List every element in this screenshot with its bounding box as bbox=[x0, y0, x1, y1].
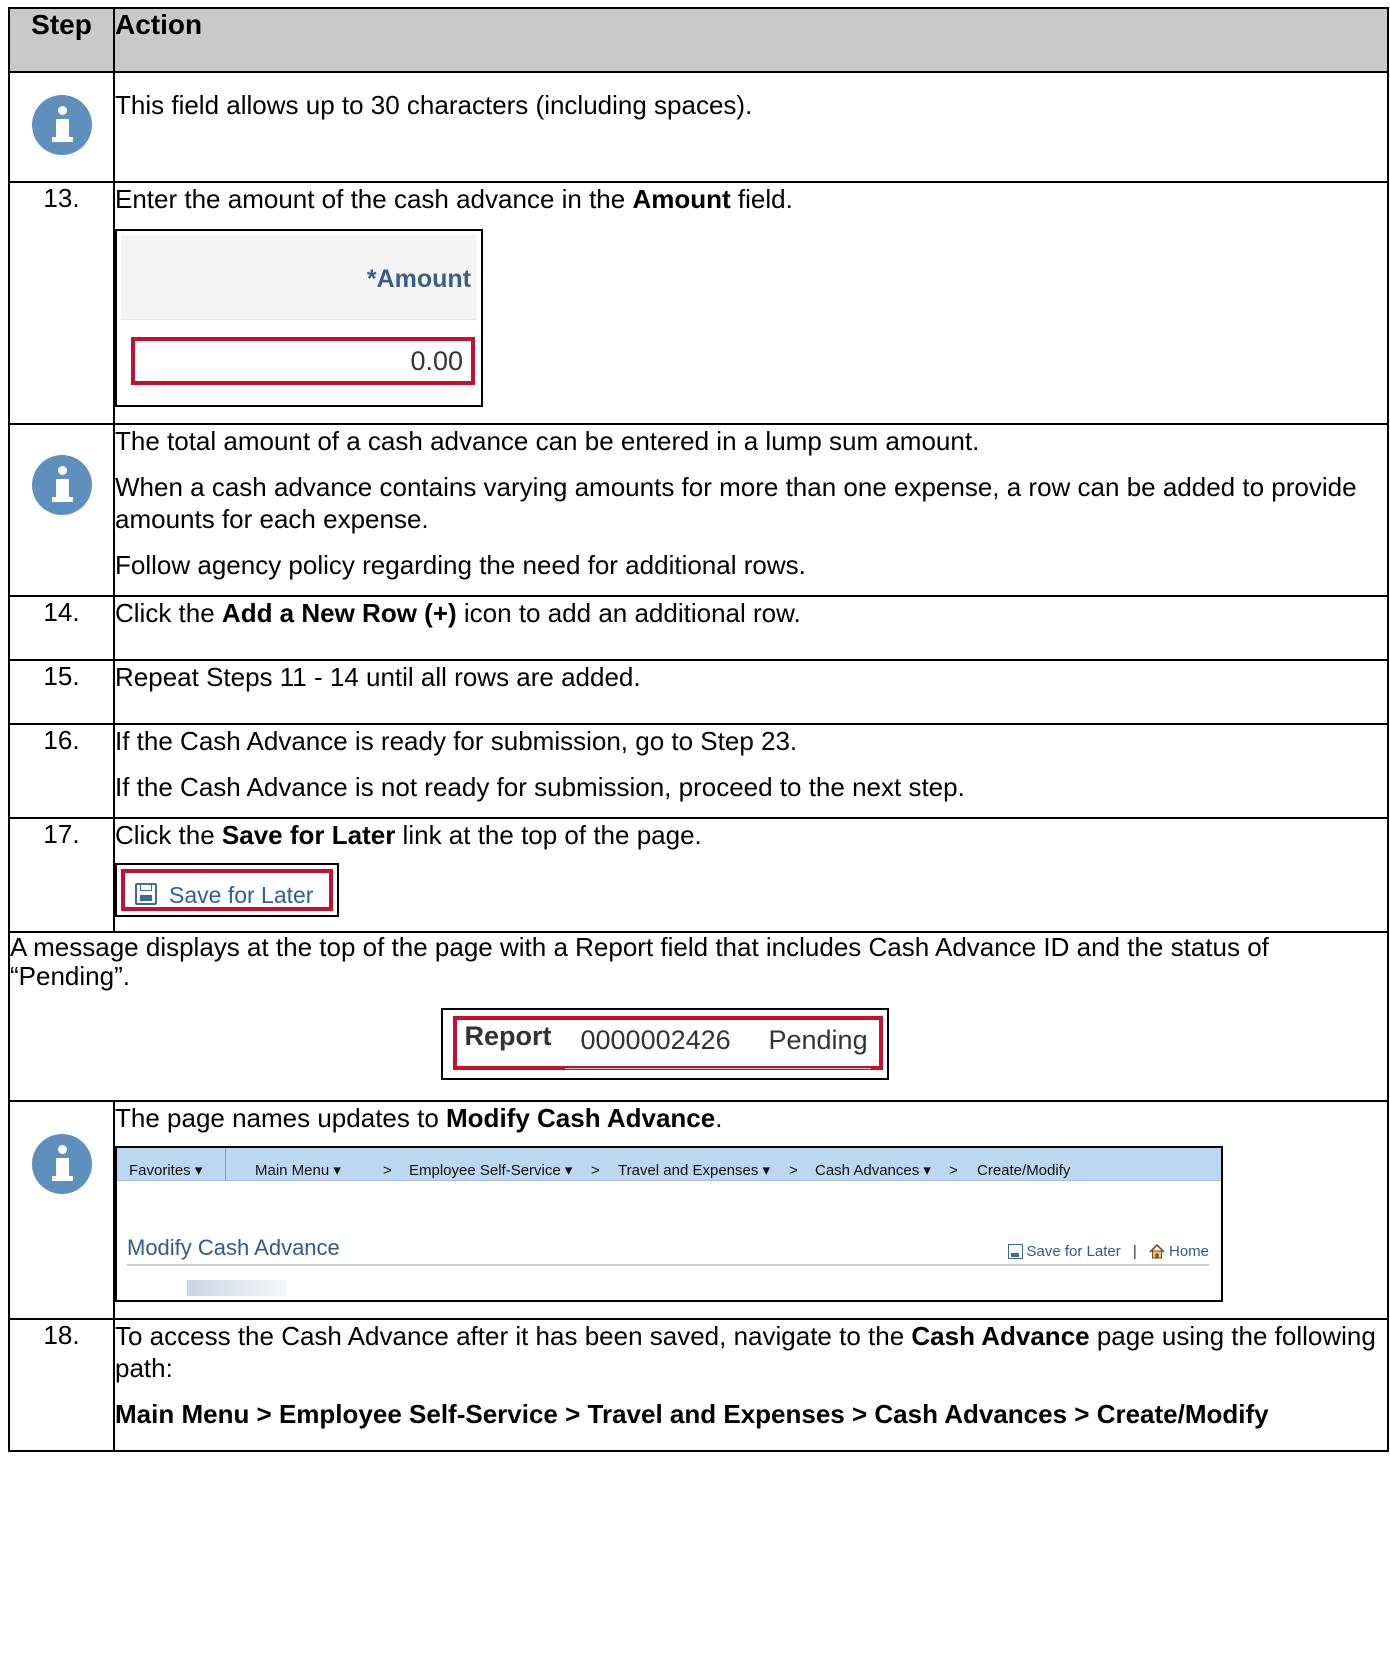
link-separator: | bbox=[1132, 1243, 1137, 1260]
table-row: 15. Repeat Steps 11 - 14 until all rows … bbox=[8, 659, 1389, 725]
step-number: 15. bbox=[8, 659, 115, 725]
nav-separator: > bbox=[591, 1162, 600, 1179]
step-number: 18. bbox=[8, 1318, 115, 1452]
save-disk-icon bbox=[1007, 1244, 1023, 1259]
table-row: The total amount of a cash advance can b… bbox=[8, 423, 1389, 597]
instruction-text: Click the Save for Later link at the top… bbox=[115, 820, 702, 850]
procedure-table: Step Action This field allows up to 30 c… bbox=[8, 7, 1389, 1452]
info-text: The total amount of a cash advance can b… bbox=[115, 426, 980, 456]
nav-employee-self-service[interactable]: Employee Self-Service ▾ bbox=[409, 1155, 572, 1187]
table-row: A message displays at the top of the pag… bbox=[8, 931, 1389, 1102]
info-text: This field allows up to 30 characters (i… bbox=[115, 90, 753, 120]
navigation-path: Main Menu > Employee Self-Service > Trav… bbox=[115, 1399, 1269, 1429]
info-icon bbox=[31, 455, 92, 515]
action-cell: Click the Add a New Row (+) icon to add … bbox=[113, 595, 1389, 661]
nav-create-modify[interactable]: Create/Modify bbox=[977, 1155, 1070, 1187]
info-cell bbox=[8, 71, 115, 183]
action-cell: The page names updates to Modify Cash Ad… bbox=[113, 1100, 1389, 1320]
table-row: This field allows up to 30 characters (i… bbox=[8, 71, 1389, 183]
save-for-later-link[interactable]: Save for Later bbox=[1027, 1243, 1121, 1260]
table-row: 13. Enter the amount of the cash advance… bbox=[8, 181, 1389, 425]
save-for-later-link[interactable]: Save for Later bbox=[121, 869, 333, 911]
nav-main-menu[interactable]: Main Menu ▾ bbox=[255, 1155, 341, 1187]
table-row: 18. To access the Cash Advance after it … bbox=[8, 1318, 1389, 1452]
report-status: Pending bbox=[768, 1025, 868, 1055]
amount-field-screenshot: *Amount 0.00 bbox=[115, 229, 483, 407]
nav-separator: > bbox=[949, 1162, 958, 1179]
table-header-row: Step Action bbox=[8, 7, 1389, 73]
message-text: A message displays at the top of the pag… bbox=[10, 932, 1269, 991]
info-text: Follow agency policy regarding the need … bbox=[115, 550, 806, 580]
info-cell bbox=[8, 1100, 115, 1320]
step-column-header: Step bbox=[8, 7, 115, 73]
nav-separator: > bbox=[383, 1162, 392, 1179]
nav-travel-and-expenses[interactable]: Travel and Expenses ▾ bbox=[618, 1155, 770, 1187]
table-row: The page names updates to Modify Cash Ad… bbox=[8, 1100, 1389, 1320]
amount-input[interactable]: 0.00 bbox=[131, 337, 475, 385]
home-icon bbox=[1149, 1244, 1165, 1259]
home-link[interactable]: Home bbox=[1169, 1243, 1209, 1260]
action-cell: Repeat Steps 11 - 14 until all rows are … bbox=[113, 659, 1389, 725]
info-icon bbox=[31, 1134, 92, 1194]
report-screenshot: Report 0000002426 Pending bbox=[440, 1008, 889, 1080]
blurred-content bbox=[187, 1280, 287, 1296]
nav-separator: > bbox=[789, 1162, 798, 1179]
action-cell: If the Cash Advance is ready for submiss… bbox=[113, 723, 1389, 819]
action-cell: To access the Cash Advance after it has … bbox=[113, 1318, 1389, 1452]
instruction-text: If the Cash Advance is ready for submiss… bbox=[115, 726, 798, 756]
message-cell: A message displays at the top of the pag… bbox=[8, 931, 1389, 1102]
instruction-text: To access the Cash Advance after it has … bbox=[115, 1321, 1376, 1383]
info-text: The page names updates to Modify Cash Ad… bbox=[115, 1103, 723, 1133]
breadcrumb: Favorites ▾ Main Menu ▾ > Employee Self-… bbox=[117, 1148, 1221, 1181]
nav-favorites[interactable]: Favorites ▾ bbox=[129, 1155, 202, 1187]
action-cell: This field allows up to 30 characters (i… bbox=[113, 71, 1389, 183]
action-cell: The total amount of a cash advance can b… bbox=[113, 423, 1389, 597]
page-title: Modify Cash Advance bbox=[127, 1235, 340, 1260]
report-id: 0000002426 bbox=[580, 1025, 731, 1055]
instruction-text: If the Cash Advance is not ready for sub… bbox=[115, 772, 965, 802]
step-number: 14. bbox=[8, 595, 115, 661]
save-for-later-screenshot: Save for Later bbox=[115, 863, 339, 917]
amount-value: 0.00 bbox=[410, 346, 463, 376]
nav-cash-advances[interactable]: Cash Advances ▾ bbox=[815, 1155, 931, 1187]
save-disk-icon bbox=[135, 883, 157, 905]
instruction-text: Click the Add a New Row (+) icon to add … bbox=[115, 598, 801, 628]
action-cell: Click the Save for Later link at the top… bbox=[113, 817, 1389, 933]
report-label: Report bbox=[464, 1021, 552, 1051]
step-number: 17. bbox=[8, 817, 115, 933]
save-for-later-label: Save for Later bbox=[169, 882, 314, 908]
instruction-text: Repeat Steps 11 - 14 until all rows are … bbox=[115, 662, 641, 692]
modify-cash-advance-screenshot: Favorites ▾ Main Menu ▾ > Employee Self-… bbox=[115, 1146, 1223, 1302]
instruction-text: Enter the amount of the cash advance in … bbox=[115, 184, 793, 214]
table-row: 16. If the Cash Advance is ready for sub… bbox=[8, 723, 1389, 819]
info-text: When a cash advance contains varying amo… bbox=[115, 472, 1357, 534]
action-column-header: Action bbox=[113, 7, 1389, 73]
step-number: 13. bbox=[8, 181, 115, 425]
amount-label: *Amount bbox=[366, 265, 471, 293]
step-number: 16. bbox=[8, 723, 115, 819]
table-row: 14. Click the Add a New Row (+) icon to … bbox=[8, 595, 1389, 661]
table-row: 17. Click the Save for Later link at the… bbox=[8, 817, 1389, 933]
info-cell bbox=[8, 423, 115, 597]
action-cell: Enter the amount of the cash advance in … bbox=[113, 181, 1389, 425]
info-icon bbox=[31, 95, 92, 155]
